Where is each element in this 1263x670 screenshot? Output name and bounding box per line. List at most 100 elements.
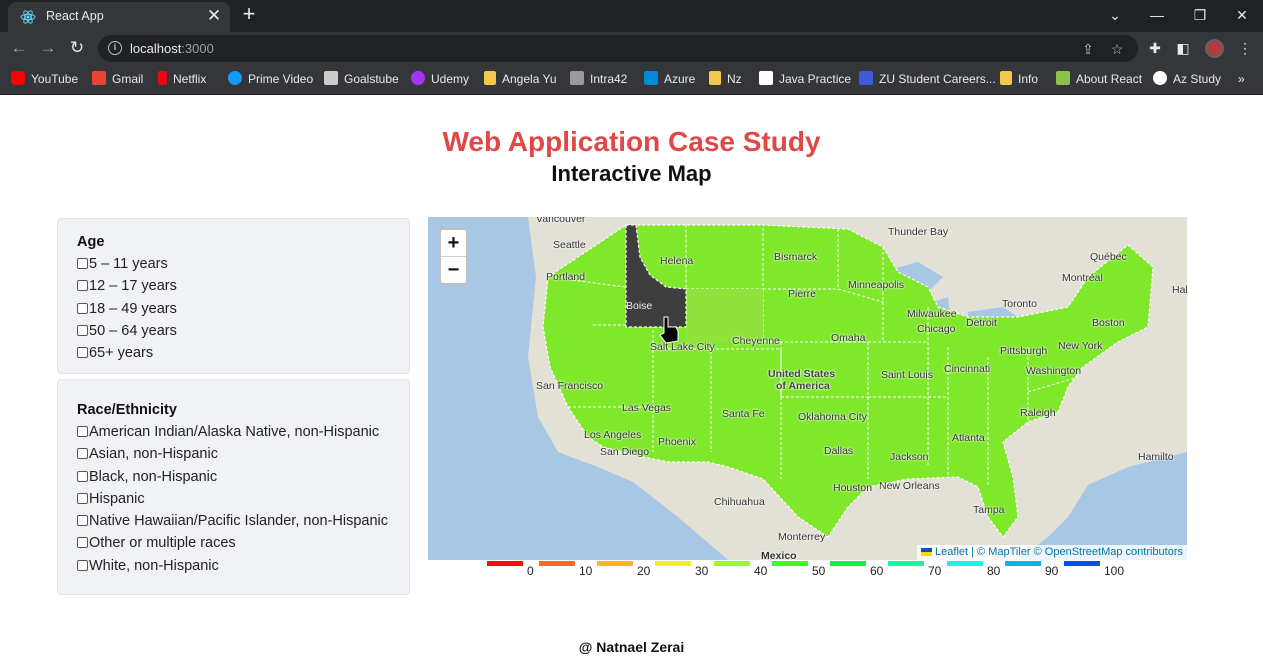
minimize-icon[interactable]: —: [1146, 4, 1168, 26]
url-text: localhost:3000: [130, 41, 214, 56]
bookmark-info[interactable]: Info: [1000, 71, 1038, 88]
race-option[interactable]: Other or multiple races: [77, 532, 409, 554]
attribution-links[interactable]: | © MapTiler © OpenStreetMap contributor…: [971, 546, 1183, 558]
folder-icon: [1000, 71, 1012, 85]
map-label-tampa: Tampa: [973, 504, 1005, 516]
new-tab-button[interactable]: +: [238, 3, 260, 27]
browser-toolbar: ← → ↻ i localhost:3000 ⇪ ☆ ✚ ◧ ⋮: [0, 32, 1263, 64]
bookmark-prime-video[interactable]: Prime Video: [228, 71, 313, 88]
legend-label: 90: [1045, 564, 1059, 578]
legend-swatch: [1064, 561, 1100, 566]
age-option[interactable]: 5 – 11 years: [77, 253, 409, 275]
map-label-minneapolis: Minneapolis: [848, 279, 905, 291]
bookmark-goalstube[interactable]: Goalstube: [324, 71, 399, 88]
close-window-icon[interactable]: ✕: [1231, 4, 1253, 26]
bookmark-java-practice[interactable]: Java Practice: [759, 71, 851, 88]
race-option[interactable]: Native Hawaiian/Pacific Islander, non-Hi…: [77, 510, 409, 532]
race-option[interactable]: Black, non-Hispanic: [77, 466, 409, 488]
site-info-icon[interactable]: i: [108, 41, 122, 55]
tab-search-icon[interactable]: ⌄: [1104, 4, 1126, 26]
map-label-phoenix: Phoenix: [658, 436, 696, 448]
map-label-omaha: Omaha: [831, 332, 866, 344]
bookmark-about-react[interactable]: About React: [1056, 71, 1142, 88]
race-checkbox[interactable]: [77, 470, 88, 482]
tab-title: React App: [46, 9, 104, 23]
race-checkbox[interactable]: [77, 537, 88, 549]
url-host: localhost: [130, 41, 182, 56]
map-label-hamilton: Hamilto: [1138, 451, 1174, 463]
more-bookmarks-icon[interactable]: »: [1238, 71, 1245, 88]
menu-icon[interactable]: ⋮: [1235, 38, 1255, 58]
age-heading: Age: [77, 234, 105, 250]
leaflet-link[interactable]: Leaflet: [935, 546, 968, 558]
reload-icon[interactable]: ↻: [66, 37, 88, 59]
folder-icon: [709, 71, 721, 85]
bookmark-nz[interactable]: Nz: [709, 71, 742, 88]
race-option[interactable]: Hispanic: [77, 488, 409, 510]
race-option[interactable]: American Indian/Alaska Native, non-Hispa…: [77, 421, 409, 443]
share-icon[interactable]: ⇪: [1078, 39, 1098, 59]
gmail-icon: [92, 71, 106, 85]
age-checkbox[interactable]: [77, 302, 88, 314]
race-option[interactable]: Asian, non-Hispanic: [77, 443, 409, 465]
browser-tab[interactable]: React App ✕: [8, 2, 230, 32]
tab-strip: React App ✕ + ⌄ — ❐ ✕: [0, 0, 1263, 32]
age-filter-panel: Age 5 – 11 years 12 – 17 years 18 – 49 y…: [57, 218, 410, 374]
legend-label: 30: [695, 564, 709, 578]
react-icon: [20, 10, 36, 24]
race-option[interactable]: White, non-Hispanic: [77, 555, 409, 577]
race-checkbox[interactable]: [77, 492, 88, 504]
age-option[interactable]: 12 – 17 years: [77, 275, 409, 297]
map-label-los-angeles: Los Angeles: [584, 429, 642, 441]
zoom-in-button[interactable]: +: [441, 230, 466, 256]
bookmark-udemy[interactable]: Udemy: [411, 71, 469, 88]
bookmark-intra42[interactable]: Intra42: [570, 71, 627, 88]
map-label-cheyenne: Cheyenne: [732, 335, 780, 347]
goalstube-icon: [324, 71, 338, 85]
zoom-out-button[interactable]: −: [441, 256, 466, 282]
udemy-icon: [411, 71, 425, 85]
bookmark-az-study[interactable]: Az Study: [1153, 71, 1221, 88]
legend-label: 0: [527, 564, 534, 578]
restore-icon[interactable]: ❐: [1189, 4, 1211, 26]
address-bar[interactable]: i localhost:3000 ⇪ ☆: [98, 35, 1138, 62]
back-icon[interactable]: ←: [8, 37, 30, 59]
bookmark-netflix[interactable]: Netflix: [158, 71, 206, 88]
side-panel-icon[interactable]: ◧: [1173, 38, 1193, 58]
age-checkbox[interactable]: [77, 347, 88, 359]
age-option[interactable]: 65+ years: [77, 342, 409, 364]
map-label-cincinnati: Cincinnati: [944, 363, 991, 375]
legend-label: 100: [1104, 564, 1125, 578]
bookmark-gmail[interactable]: Gmail: [92, 71, 143, 88]
map-label-chihuahua: Chihuahua: [714, 496, 765, 508]
page-subtitle: Interactive Map: [551, 161, 712, 186]
bookmark-angela-yu[interactable]: Angela Yu: [484, 71, 557, 88]
legend-swatch: [830, 561, 866, 566]
map-label-pierre: Pierre: [788, 288, 817, 300]
bookmark-star-icon[interactable]: ☆: [1107, 39, 1127, 59]
race-checkbox[interactable]: [77, 515, 88, 527]
map-label-quebec: Québec: [1090, 251, 1127, 263]
race-checkbox[interactable]: [77, 559, 88, 571]
map-label-washington: Washington: [1026, 365, 1082, 377]
bookmark-youtube[interactable]: YouTube: [11, 71, 78, 88]
age-option[interactable]: 18 – 49 years: [77, 298, 409, 320]
age-checkbox[interactable]: [77, 280, 88, 292]
extensions-icon[interactable]: ✚: [1145, 38, 1165, 58]
age-option[interactable]: 50 – 64 years: [77, 320, 409, 342]
ukraine-flag-icon: [920, 548, 932, 556]
map-label-thunder-bay: Thunder Bay: [888, 226, 949, 238]
bookmark-zu-student-careers[interactable]: ZU Student Careers...: [859, 71, 996, 88]
forward-icon[interactable]: →: [37, 37, 59, 59]
legend-label: 50: [812, 564, 826, 578]
map-label-las-vegas: Las Vegas: [622, 402, 672, 414]
race-checkbox[interactable]: [77, 448, 88, 460]
profile-avatar[interactable]: [1205, 39, 1224, 58]
race-checkbox[interactable]: [77, 426, 88, 437]
url-port: :3000: [181, 41, 214, 56]
age-checkbox[interactable]: [77, 324, 88, 336]
age-checkbox[interactable]: [77, 258, 88, 269]
close-tab-icon[interactable]: ✕: [206, 6, 222, 26]
bookmark-azure[interactable]: Azure: [644, 71, 695, 88]
us-choropleth-map[interactable]: Vancouver Seattle Portland Helena Bismar…: [428, 217, 1187, 560]
